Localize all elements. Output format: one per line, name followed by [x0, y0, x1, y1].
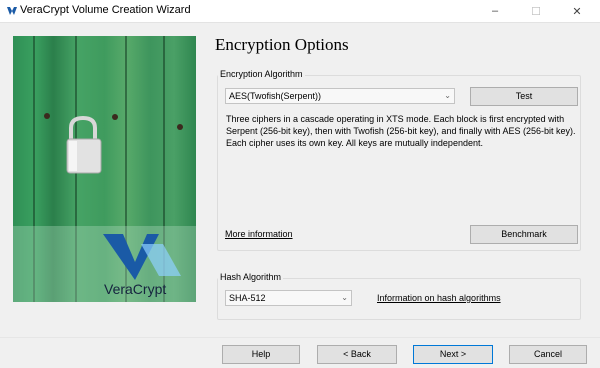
- hash-algorithm-value: SHA-512: [229, 293, 266, 303]
- help-button[interactable]: Help: [222, 345, 300, 364]
- veracrypt-logo-icon: [103, 234, 181, 280]
- veracrypt-icon: [7, 7, 17, 15]
- close-icon[interactable]: ✕: [557, 0, 597, 22]
- cancel-button[interactable]: Cancel: [509, 345, 587, 364]
- title-bar: VeraCrypt Volume Creation Wizard – ☐ ✕: [0, 0, 600, 23]
- encryption-algorithm-value: AES(Twofish(Serpent)): [229, 91, 322, 101]
- back-button[interactable]: < Back: [317, 345, 397, 364]
- window-title: VeraCrypt Volume Creation Wizard: [20, 4, 191, 16]
- page-title: Encryption Options: [215, 35, 349, 54]
- hash-algorithm-label: Hash Algorithm: [218, 272, 284, 282]
- side-banner-image: VeraCrypt: [13, 36, 196, 302]
- algorithm-description: Three ciphers in a cascade operating in …: [226, 114, 576, 148]
- hash-algorithm-select[interactable]: SHA-512 ⌄: [225, 290, 352, 306]
- encryption-algorithm-label: Encryption Algorithm: [218, 69, 305, 79]
- footer-divider: [0, 337, 600, 338]
- chevron-down-icon: ⌄: [444, 91, 451, 100]
- maximize-icon[interactable]: ☐: [516, 0, 556, 22]
- veracrypt-logo-text: VeraCrypt: [104, 281, 167, 297]
- benchmark-button[interactable]: Benchmark: [470, 225, 578, 244]
- hash-info-link[interactable]: Information on hash algorithms: [377, 293, 501, 303]
- encryption-algorithm-select[interactable]: AES(Twofish(Serpent)) ⌄: [225, 88, 455, 104]
- next-button[interactable]: Next >: [413, 345, 493, 364]
- test-button[interactable]: Test: [470, 87, 578, 106]
- chevron-down-icon: ⌄: [341, 293, 348, 302]
- more-information-link[interactable]: More information: [225, 229, 293, 239]
- minimize-icon[interactable]: –: [475, 0, 515, 22]
